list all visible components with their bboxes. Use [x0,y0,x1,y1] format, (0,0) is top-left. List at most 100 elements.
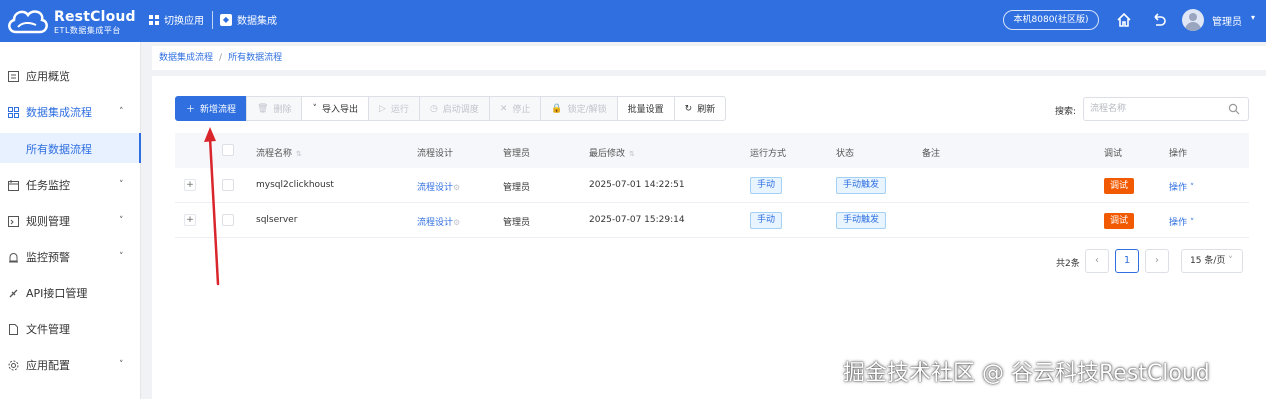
breadcrumb-item[interactable]: 数据集成流程 [159,53,213,63]
chevron-down-icon: ˅ [1228,256,1233,266]
flow-name: sqlserver [256,215,298,225]
chevron-down-icon: ˅ [119,360,124,370]
row-checkbox[interactable] [222,214,234,226]
api-icon [9,289,18,297]
user-name[interactable]: 管理员 [1212,13,1242,28]
expand-row-button[interactable]: + [184,179,196,191]
gear-icon [8,360,19,370]
rule-icon [8,215,19,227]
play-icon: ▷ [379,103,386,114]
refresh-button[interactable]: ↻ 刷新 [673,96,727,121]
col-admin: 管理员 [503,149,531,159]
flow-design-link[interactable]: 流程设计⚙ [417,215,460,228]
sidebar-item-task-monitor[interactable]: 任务监控 ˅ [0,167,141,203]
switch-app-button[interactable]: 切换应用 [149,12,204,27]
delete-button[interactable]: 🗑 删除 [246,96,303,121]
watermark: 掘金技术社区 @ 谷云科技RestCloud [843,361,1210,386]
switch-app-label: 切换应用 [164,16,204,27]
chevron-down-icon: ˅ [1189,183,1195,193]
start-schedule-button[interactable]: ◷ 启动调度 [418,96,490,121]
prev-page-button[interactable]: ‹ [1085,249,1109,273]
sidebar-item-api[interactable]: API接口管理 [0,275,141,311]
back-icon[interactable] [1150,11,1168,29]
flow-admin: 管理员 [503,218,531,228]
chevron-down-icon: ˅ [119,180,124,190]
app-cube-icon: ◆ [220,13,232,26]
col-name[interactable]: 流程名称 ⇅ [256,146,302,159]
alarm-icon [9,252,18,262]
chevron-down-icon: ˅ [119,252,124,262]
sort-icon: ⇅ [296,150,302,158]
col-actions: 操作 [1169,149,1188,159]
apps-grid-icon [149,14,159,25]
sidebar-item-app-config[interactable]: 应用配置 ˅ [0,347,141,383]
environment-selector[interactable]: 本机8080(社区版) [1003,10,1099,30]
flow-design-link[interactable]: 流程设计⚙ [417,180,460,193]
lock-unlock-button[interactable]: 🔒 锁定/解锁 [540,96,618,121]
actions-dropdown[interactable]: 操作 ˅ [1169,215,1194,228]
overview-icon [8,70,19,82]
close-icon: ✕ [499,103,508,114]
refresh-icon: ↻ [684,103,693,114]
sidebar-item-files[interactable]: 文件管理 [0,311,141,347]
debug-button[interactable]: 调试 [1104,213,1134,229]
total-count: 共2条 [1056,259,1080,269]
select-all-checkbox[interactable] [222,144,234,156]
col-run-mode: 运行方式 [750,149,787,159]
run-button[interactable]: ▷ 运行 [368,96,420,121]
search-input[interactable] [1090,98,1230,120]
flow-modified: 2025-07-07 15:29:14 [589,215,685,225]
debug-button[interactable]: 调试 [1104,178,1134,194]
main-panel: ＋新增流程 🗑 删除 ˅ 导入导出 ▷ 运行 ◷ 启动调度 ✕ 停止 🔒 锁定/解锁 批量设… [152,76,1266,399]
cloud-logo-icon [8,10,48,34]
row-checkbox[interactable] [222,179,234,191]
actions-dropdown[interactable]: 操作 ˅ [1169,180,1194,193]
expand-row-button[interactable]: + [184,214,196,226]
breadcrumb: 数据集成流程 / 所有数据流程 [152,46,1266,70]
add-flow-button[interactable]: ＋新增流程 [175,96,248,121]
logo[interactable]: RestCloud ETL数据集成平台 [6,5,136,37]
search-icon[interactable] [1228,103,1240,115]
status-tag: 手动触发 [836,212,887,229]
sidebar-item-overview[interactable]: 应用概览 [0,58,141,94]
sidebar: 应用概览 数据集成流程 ˄ 所有数据流程 任务监控 ˅ 规则管理 ˅ 监控预警 … [0,42,141,399]
col-debug: 调试 [1104,149,1123,159]
chevron-up-icon: ˄ [119,107,124,117]
batch-settings-button[interactable]: 批量设置 [616,96,675,121]
sidebar-item-all-flows[interactable]: 所有数据流程 [0,133,141,163]
avatar[interactable] [1182,9,1204,31]
breadcrumb-item[interactable]: 所有数据流程 [228,53,282,63]
page-size-select[interactable]: 15 条/页 ˅ [1181,249,1243,273]
grid-icon [8,106,19,118]
stop-button[interactable]: ✕ 停止 [488,96,542,121]
lock-icon: 🔒 [551,103,563,114]
top-header: RestCloud ETL数据集成平台 切换应用 ◆ 数据集成 本机8080(社… [0,0,1266,42]
chevron-down-icon: ˅ [1189,218,1195,228]
logo-subtitle: ETL数据集成平台 [54,26,121,35]
chevron-down-icon: ˅ [312,103,317,114]
next-page-button[interactable]: › [1145,249,1169,273]
clock-icon: ◷ [429,103,438,114]
gear-icon: ⚙ [453,183,461,192]
col-status: 状态 [836,149,855,159]
search-field [1083,97,1249,121]
chevron-down-icon: ˅ [119,216,124,226]
col-modified[interactable]: 最后修改 ⇅ [589,146,635,159]
chevron-down-icon[interactable]: ▾ [1251,13,1255,22]
table-header: 流程名称 ⇅ 流程设计 管理员 最后修改 ⇅ 运行方式 状态 备注 调试 操作 [175,133,1249,168]
sidebar-item-rules[interactable]: 规则管理 ˅ [0,203,141,239]
sidebar-item-integration-flow[interactable]: 数据集成流程 ˄ [0,94,141,130]
flow-name: mysql2clickhoust [256,180,334,190]
page-number[interactable]: 1 [1115,249,1139,273]
home-icon[interactable] [1115,11,1133,29]
run-mode-tag: 手动 [750,177,783,194]
import-export-button[interactable]: ˅ 导入导出 [301,96,369,121]
flow-admin: 管理员 [503,183,531,193]
toolbar: ＋新增流程 🗑 删除 ˅ 导入导出 ▷ 运行 ◷ 启动调度 ✕ 停止 🔒 锁定/解锁 批量设… [175,96,727,121]
col-note: 备注 [922,149,941,159]
status-tag: 手动触发 [836,177,887,194]
flow-modified: 2025-07-01 14:22:51 [589,180,685,190]
gear-icon: ⚙ [453,218,461,227]
sidebar-item-alarm[interactable]: 监控预警 ˅ [0,239,141,275]
current-app[interactable]: ◆ 数据集成 [220,12,277,27]
